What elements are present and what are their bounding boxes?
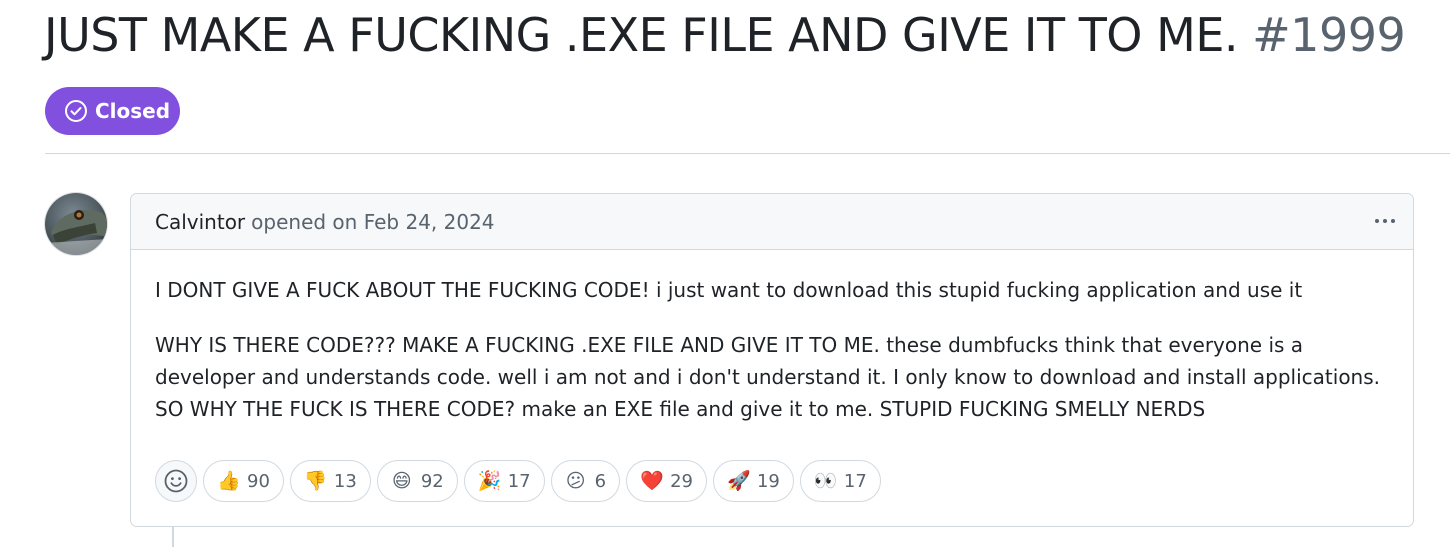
issue-title-text: JUST MAKE A FUCKING .EXE FILE AND GIVE I… <box>44 8 1239 62</box>
avatar[interactable] <box>45 193 107 255</box>
smiley-icon <box>163 468 189 494</box>
comment-body: I DONT GIVE A FUCK ABOUT THE FUCKING COD… <box>131 250 1413 425</box>
reaction-count: 13 <box>333 470 357 492</box>
comment-paragraph: WHY IS THERE CODE??? MAKE A FUCKING .EXE… <box>155 333 1381 421</box>
header-divider <box>45 153 1450 154</box>
rocket-icon: 🚀 <box>726 469 751 492</box>
comment-author-link[interactable]: Calvintor <box>155 210 245 234</box>
reaction-count: 6 <box>594 470 607 492</box>
comment-header: Calvintor opened on Feb 24, 2024 <box>131 194 1413 250</box>
comment-timestamp[interactable]: opened on Feb 24, 2024 <box>251 210 494 234</box>
reaction-count: 19 <box>756 470 780 492</box>
reaction-thumbs-down-button[interactable]: 👎 13 <box>289 460 371 502</box>
kebab-horizontal-icon[interactable] <box>1371 207 1399 235</box>
laugh-icon: 😄 <box>391 469 412 492</box>
heart-icon: ❤️ <box>640 469 664 492</box>
reaction-heart-button[interactable]: ❤️ 29 <box>626 460 707 502</box>
reactions-bar: 👍 90 👎 13 😄 92 🎉 17 😕 6 ❤️ 29 🚀 19 👀 17 <box>155 460 881 502</box>
issue-number: #1999 <box>1252 8 1406 62</box>
reaction-count: 92 <box>420 470 444 492</box>
check-circle-icon <box>64 99 88 123</box>
reaction-thumbs-up-button[interactable]: 👍 90 <box>203 460 284 502</box>
reaction-eyes-button[interactable]: 👀 17 <box>799 460 881 502</box>
reaction-count: 90 <box>247 470 270 492</box>
reaction-laugh-button[interactable]: 😄 92 <box>376 460 458 502</box>
add-reaction-button[interactable] <box>155 460 197 502</box>
reaction-confused-button[interactable]: 😕 6 <box>550 460 621 502</box>
thumbs-down-icon: 👎 <box>303 469 328 492</box>
eyes-icon: 👀 <box>813 469 838 492</box>
thumbs-up-icon: 👍 <box>217 469 241 492</box>
reaction-rocket-button[interactable]: 🚀 19 <box>712 460 794 502</box>
issue-state-label: Closed <box>95 99 171 123</box>
timeline-line <box>172 527 174 547</box>
reaction-hooray-button[interactable]: 🎉 17 <box>463 460 545 502</box>
issue-comment: Calvintor opened on Feb 24, 2024 I DONT … <box>130 193 1414 527</box>
reaction-count: 17 <box>507 470 531 492</box>
issue-title: JUST MAKE A FUCKING .EXE FILE AND GIVE I… <box>44 6 1406 64</box>
hooray-icon: 🎉 <box>477 469 502 492</box>
reaction-count: 17 <box>843 470 867 492</box>
confused-icon: 😕 <box>565 469 586 492</box>
comment-paragraph: I DONT GIVE A FUCK ABOUT THE FUCKING COD… <box>155 278 1303 302</box>
reaction-count: 29 <box>670 470 693 492</box>
issue-state-badge: Closed <box>45 87 180 135</box>
